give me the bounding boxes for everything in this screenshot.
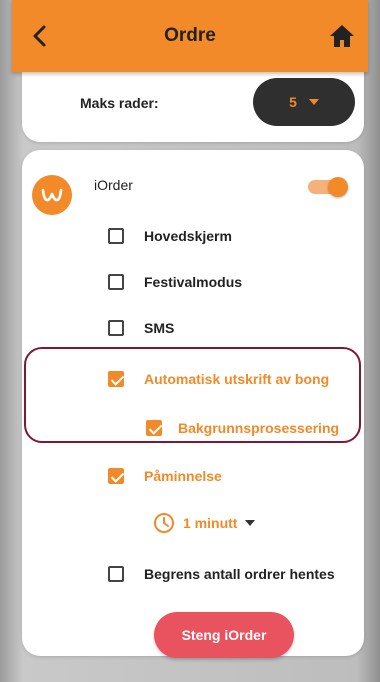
- stop-iorder-button[interactable]: Steng iOrder: [154, 612, 294, 658]
- max-rows-select[interactable]: 5: [253, 78, 355, 126]
- iorder-toggle[interactable]: [308, 177, 348, 197]
- option-label: Festivalmodus: [144, 274, 243, 290]
- max-rows-label: Maks rader:: [80, 95, 159, 111]
- option-label: Automatisk utskrift av bong: [144, 371, 330, 387]
- option-background-processing[interactable]: Bakgrunnsprosessering: [146, 420, 339, 436]
- max-rows-value: 5: [289, 94, 297, 110]
- option-reminder[interactable]: Påminnelse: [108, 468, 222, 484]
- checkbox-checked[interactable]: [146, 420, 162, 436]
- checkbox[interactable]: [108, 566, 124, 582]
- reminder-interval-value: 1 minutt: [183, 515, 238, 531]
- option-label: SMS: [144, 320, 175, 336]
- app-header: Ordre: [12, 0, 368, 72]
- iorder-name: iOrder: [94, 177, 133, 193]
- chevron-down-icon: [308, 99, 319, 105]
- option-label: Påminnelse: [144, 468, 222, 484]
- option-label: Hovedskjerm: [144, 228, 232, 244]
- page-title: Ordre: [164, 25, 216, 46]
- reminder-interval-select[interactable]: 1 minutt: [153, 512, 256, 534]
- chevron-down-icon: [245, 520, 256, 526]
- iorder-logo-icon: [32, 175, 72, 215]
- option-auto-print[interactable]: Automatisk utskrift av bong: [108, 371, 329, 387]
- checkbox-checked[interactable]: [108, 468, 124, 484]
- clock-icon: [154, 513, 174, 533]
- option-limit-orders[interactable]: Begrens antall ordrer hentes: [108, 566, 335, 582]
- checkbox[interactable]: [108, 228, 124, 244]
- toggle-thumb: [328, 177, 348, 197]
- checkbox[interactable]: [108, 320, 124, 336]
- back-arrow-icon[interactable]: [26, 22, 54, 50]
- option-label: Begrens antall ordrer hentes: [144, 566, 335, 582]
- checkbox-checked[interactable]: [108, 371, 124, 387]
- checkbox[interactable]: [108, 274, 124, 290]
- option-sms[interactable]: SMS: [108, 320, 174, 336]
- option-label: Bakgrunnsprosessering: [178, 420, 340, 436]
- option-hovedskjerm[interactable]: Hovedskjerm: [108, 228, 232, 244]
- home-icon[interactable]: [328, 23, 356, 49]
- option-festivalmodus[interactable]: Festivalmodus: [108, 274, 242, 290]
